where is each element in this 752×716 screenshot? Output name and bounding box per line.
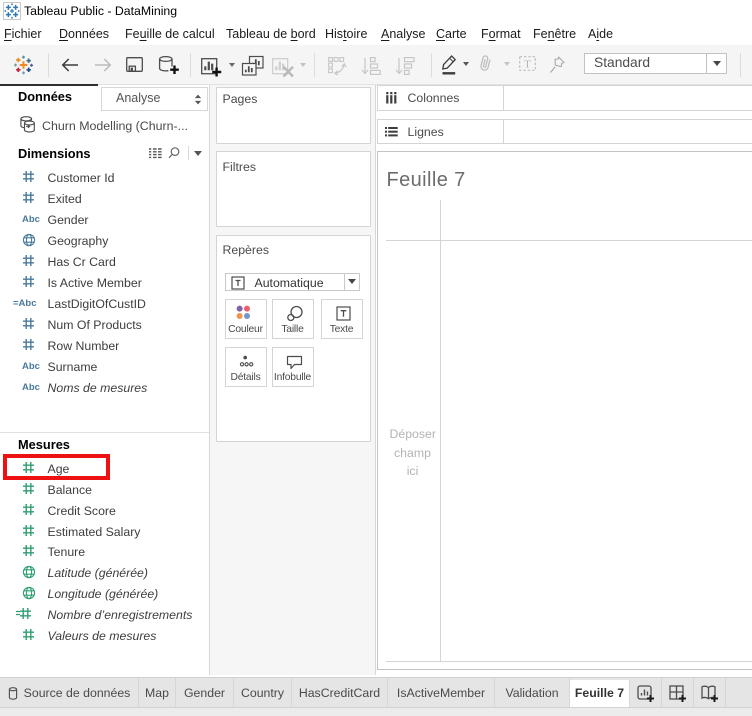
svg-text:T: T: [524, 58, 531, 70]
